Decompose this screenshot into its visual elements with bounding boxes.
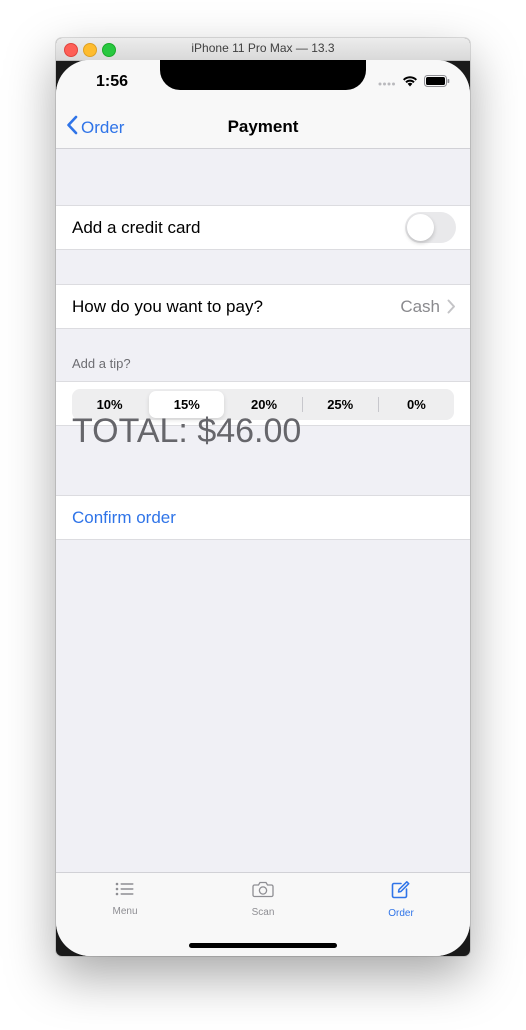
tab-order[interactable]: Order bbox=[351, 881, 451, 919]
payment-method-label: How do you want to pay? bbox=[72, 297, 263, 316]
tab-menu[interactable]: Menu bbox=[75, 881, 175, 917]
credit-card-cell: Add a credit card bbox=[56, 205, 470, 250]
status-bar: 1:56 bbox=[56, 60, 470, 104]
toggle-knob bbox=[407, 214, 434, 241]
tip-section-header: Add a tip? bbox=[72, 356, 131, 371]
credit-card-toggle[interactable] bbox=[405, 212, 456, 243]
confirm-order-cell[interactable]: Confirm order bbox=[56, 495, 470, 540]
chevron-right-icon bbox=[447, 299, 456, 319]
wifi-icon bbox=[402, 74, 418, 92]
confirm-order-button[interactable]: Confirm order bbox=[72, 508, 176, 528]
status-icons bbox=[378, 74, 450, 92]
window-titlebar: iPhone 11 Pro Max — 13.3 bbox=[56, 38, 470, 61]
tab-order-label: Order bbox=[388, 908, 414, 919]
tab-bar: Menu Scan Order bbox=[56, 872, 470, 956]
payment-method-value: Cash bbox=[400, 297, 440, 316]
order-total: TOTAL: $46.00 bbox=[72, 412, 302, 450]
page-title: Payment bbox=[227, 117, 299, 136]
navigation-bar: Order Payment bbox=[56, 104, 470, 149]
battery-icon bbox=[424, 74, 450, 92]
list-icon bbox=[115, 882, 135, 901]
tab-scan-label: Scan bbox=[251, 907, 275, 918]
payment-method-cell[interactable]: How do you want to pay? Cash bbox=[56, 284, 470, 329]
tip-option-0[interactable]: 0% bbox=[379, 389, 454, 420]
home-indicator[interactable] bbox=[189, 943, 337, 948]
device-screen: 1:56 Order Payment Add a credit card How… bbox=[56, 60, 470, 956]
device-notch bbox=[160, 60, 366, 90]
tab-scan[interactable]: Scan bbox=[213, 881, 313, 918]
compose-icon bbox=[391, 881, 411, 903]
signal-dots-icon bbox=[378, 74, 396, 92]
simulator-window: iPhone 11 Pro Max — 13.3 1:56 Order Paym… bbox=[56, 38, 470, 956]
window-title: iPhone 11 Pro Max — 13.3 bbox=[191, 41, 335, 55]
tab-menu-label: Menu bbox=[112, 906, 138, 917]
status-time: 1:56 bbox=[96, 73, 129, 90]
camera-icon bbox=[252, 881, 274, 902]
credit-card-label: Add a credit card bbox=[72, 218, 201, 237]
tip-option-25[interactable]: 25% bbox=[303, 389, 378, 420]
